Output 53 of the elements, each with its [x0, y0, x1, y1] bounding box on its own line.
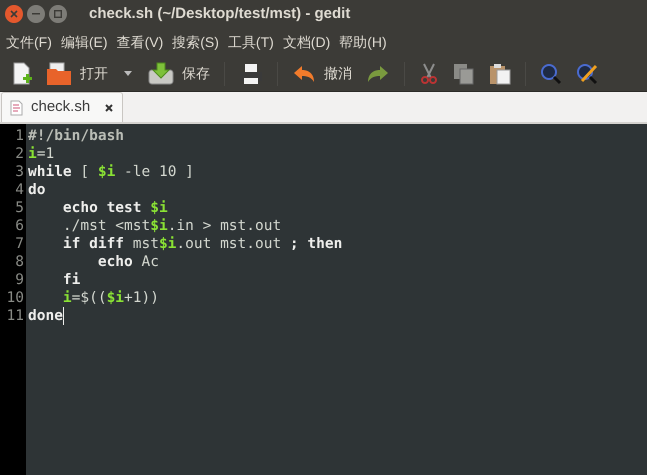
code-line: echo test $i — [62, 199, 168, 217]
menu-item[interactable]: 查看(V) — [114, 32, 166, 52]
line-number: 5 — [15, 199, 24, 217]
scissors-icon — [419, 62, 439, 84]
minimize-button[interactable] — [27, 5, 45, 23]
document-tab[interactable]: check.sh — [1, 92, 124, 122]
line-number: 2 — [15, 145, 24, 163]
folder-icon — [46, 62, 72, 86]
copy-icon — [453, 62, 475, 84]
line-number: 3 — [15, 163, 24, 181]
close-icon — [10, 10, 18, 18]
save-button[interactable]: 保存 — [144, 62, 214, 86]
undo-button[interactable]: 撤消 — [288, 63, 356, 84]
menu-item[interactable]: 编辑(E) — [58, 32, 111, 52]
code-line: done — [28, 307, 63, 325]
line-number: 11 — [6, 307, 24, 325]
maximize-button[interactable] — [49, 5, 67, 23]
redo-arrow-icon — [366, 64, 390, 84]
search-icon — [540, 62, 562, 84]
code-line: i=1 — [28, 145, 54, 163]
maximize-icon — [54, 10, 62, 18]
menu-item[interactable]: 工具(T) — [224, 32, 277, 52]
open-button[interactable]: 打开 — [42, 62, 112, 86]
line-number: 7 — [15, 235, 24, 253]
line-number: 4 — [15, 181, 24, 199]
download-icon — [148, 62, 174, 86]
code-line: ./mst <mst$i.in > mst.out — [62, 217, 282, 235]
clipboard-icon — [489, 62, 511, 84]
line-number: 9 — [15, 271, 24, 289]
text-file-icon — [10, 100, 23, 116]
code-line: echo Ac — [96, 253, 159, 271]
tab-label: check.sh — [31, 97, 90, 118]
code-line: do — [28, 181, 46, 199]
window-title: check.sh (~/Desktop/test/mst) - gedit — [89, 4, 350, 24]
minimize-icon — [32, 13, 40, 15]
line-number: 1 — [15, 127, 24, 145]
code-line: fi — [62, 271, 80, 289]
menu-item[interactable]: 搜索(S) — [169, 32, 222, 52]
undo-arrow-icon — [292, 64, 316, 84]
close-icon[interactable] — [104, 102, 114, 112]
code-line: i=$(($i+1)) — [62, 289, 159, 307]
line-number: 6 — [15, 217, 24, 235]
code-line: if diff mst$i.out mst.out ; then — [62, 235, 342, 253]
code-line: #!/bin/bash — [28, 127, 124, 145]
magnifier-pencil-icon — [576, 62, 600, 84]
menu-item[interactable]: 文件(F) — [3, 32, 55, 52]
code-line: while [ $i -le 10 ] — [28, 163, 194, 181]
line-number: 8 — [15, 253, 24, 271]
menu-item[interactable]: 文档(D) — [280, 32, 334, 52]
close-button[interactable] — [5, 5, 23, 23]
line-number: 10 — [6, 289, 24, 307]
menu-item[interactable]: 帮助(H) — [336, 32, 390, 52]
dropdown-caret-icon[interactable] — [124, 70, 132, 76]
